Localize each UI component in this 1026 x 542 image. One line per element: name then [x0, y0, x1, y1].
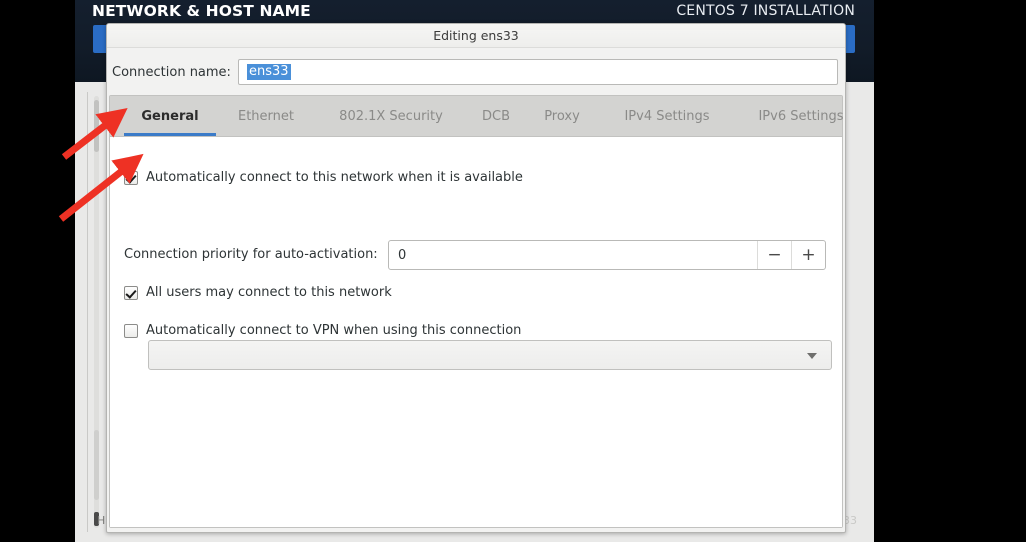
background-footer-left: H — [97, 514, 106, 527]
priority-decrement-button[interactable]: − — [757, 241, 791, 269]
background-list-divider — [87, 92, 88, 532]
connection-priority-stepper[interactable]: 0 − + — [388, 240, 826, 270]
tab-8021x-security[interactable]: 802.1X Security — [316, 96, 466, 136]
tab-general[interactable]: General — [124, 96, 216, 136]
settings-notebook: General Ethernet 802.1X Security DCB Pro… — [109, 95, 844, 528]
auto-connect-row[interactable]: Automatically connect to this network wh… — [124, 170, 523, 185]
page-title: NETWORK & HOST NAME — [92, 2, 311, 20]
connection-name-label: Connection name: — [112, 65, 231, 80]
connection-name-value: ens33 — [247, 64, 291, 80]
tab-strip: General Ethernet 802.1X Security DCB Pro… — [110, 96, 844, 137]
all-users-row[interactable]: All users may connect to this network — [124, 285, 392, 300]
connection-priority-label: Connection priority for auto-activation: — [124, 247, 378, 262]
all-users-checkbox[interactable] — [124, 285, 138, 300]
background-scrollbar-thumb[interactable] — [94, 100, 99, 152]
auto-vpn-row[interactable]: Automatically connect to VPN when using … — [124, 323, 521, 338]
tab-ipv4-settings[interactable]: IPv4 Settings — [602, 96, 732, 136]
connection-priority-value[interactable]: 0 — [389, 241, 757, 269]
tab-panel-general: Automatically connect to this network wh… — [110, 137, 842, 527]
connection-name-row: Connection name: ens33 — [107, 59, 845, 87]
auto-vpn-checkbox[interactable] — [124, 323, 138, 338]
connection-name-input[interactable]: ens33 — [238, 59, 838, 85]
vpn-connection-dropdown[interactable] — [148, 340, 832, 370]
editing-connection-dialog: Editing ens33 Connection name: ens33 Gen… — [106, 23, 846, 533]
chevron-down-icon — [807, 353, 817, 359]
tab-ethernet[interactable]: Ethernet — [220, 96, 312, 136]
all-users-label: All users may connect to this network — [146, 285, 392, 300]
background-scrollbar-thumb-secondary[interactable] — [94, 430, 99, 500]
tab-dcb[interactable]: DCB — [470, 96, 522, 136]
auto-connect-label: Automatically connect to this network wh… — [146, 170, 523, 185]
dialog-titlebar: Editing ens33 — [107, 24, 845, 48]
priority-increment-button[interactable]: + — [791, 241, 825, 269]
connection-priority-row: Connection priority for auto-activation:… — [124, 240, 826, 270]
dialog-title: Editing ens33 — [433, 28, 519, 43]
installer-subtitle: CENTOS 7 INSTALLATION — [676, 3, 855, 19]
screen-root: NETWORK & HOST NAME CENTOS 7 INSTALLATIO… — [0, 0, 1026, 542]
tab-ipv6-settings[interactable]: IPv6 Settings — [736, 96, 845, 136]
tab-proxy[interactable]: Proxy — [526, 96, 598, 136]
auto-vpn-label: Automatically connect to VPN when using … — [146, 323, 522, 338]
auto-connect-checkbox[interactable] — [124, 170, 138, 185]
